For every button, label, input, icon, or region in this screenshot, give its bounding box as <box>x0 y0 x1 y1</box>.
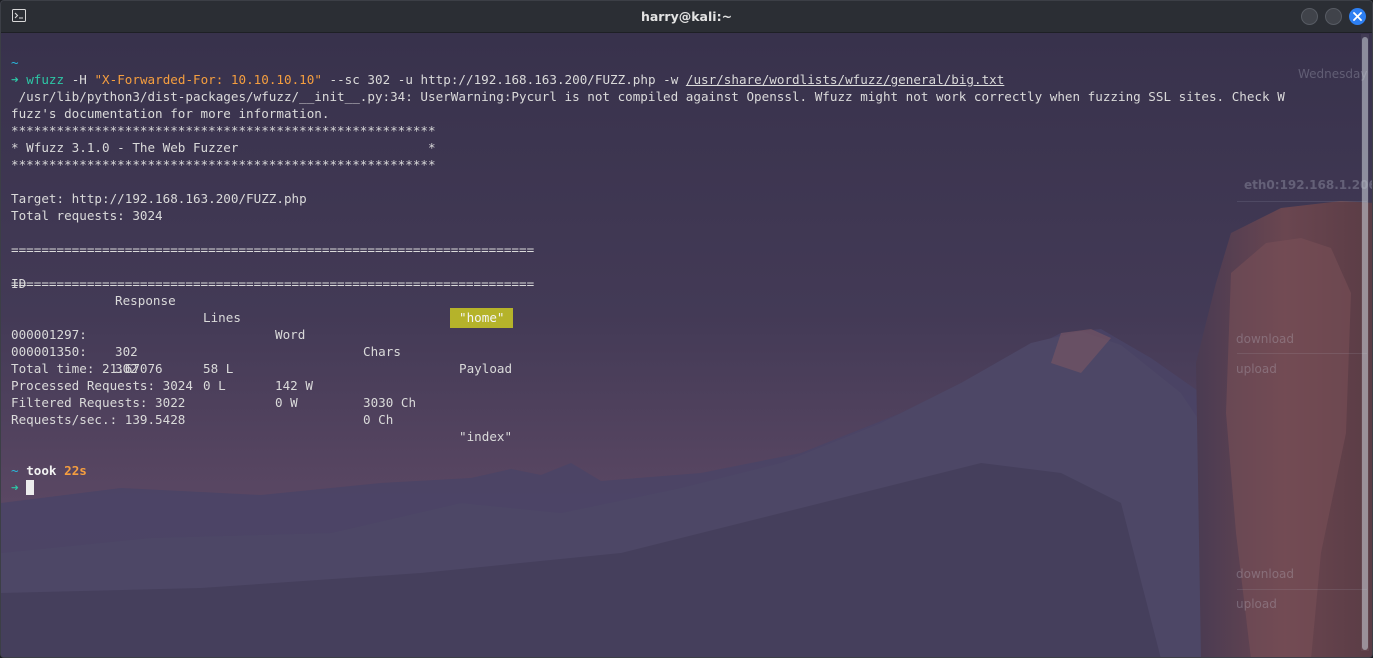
table-row: 000001350: 302 0 L 0 W 0 Ch "index" <box>11 326 1358 444</box>
result-lines: 0 L <box>203 378 226 393</box>
prompt-tilde: ~ <box>11 463 19 478</box>
prompt-tilde: ~ <box>11 55 19 70</box>
widget-upload-2: upload <box>1236 597 1277 611</box>
banner-title: * Wfuzz 3.1.0 - The Web Fuzzer * <box>11 140 436 155</box>
command-line: ➜ wfuzz -H "X-Forwarded-For: 10.10.10.10… <box>11 71 1358 88</box>
widget-divider <box>1237 589 1367 590</box>
took-value: 22s <box>64 463 87 478</box>
rate-line: Requests/sec.: 139.5428 <box>11 412 186 427</box>
col-payload-header: Payload <box>459 361 513 376</box>
widget-download-2: download <box>1236 567 1295 581</box>
warning-line: fuzz's documentation for more informatio… <box>11 106 330 121</box>
prompt-arrow-icon: ➜ <box>11 72 19 87</box>
command-wordlist-path[interactable]: /usr/share/wordlists/wfuzz/general/big.t… <box>686 72 1004 87</box>
result-payload-highlighted[interactable]: "home" <box>450 308 513 328</box>
col-id-header: ID <box>11 276 27 291</box>
took-line: ~ took 22s <box>11 462 1358 479</box>
window-title: harry@kali:~ <box>640 9 733 24</box>
terminal-line: ~ <box>11 54 1358 71</box>
filtered-line: Filtered Requests: 3022 <box>11 395 186 410</box>
prompt-line[interactable]: ➜ <box>11 479 1358 496</box>
result-chars: 0 Ch <box>363 412 394 427</box>
warning-line: /usr/lib/python3/dist-packages/wfuzz/__i… <box>11 89 1285 104</box>
command-option: -H <box>64 72 95 87</box>
prompt-arrow-icon: ➜ <box>11 480 19 495</box>
command-binary: wfuzz <box>26 72 65 87</box>
result-response: 302 <box>115 361 138 376</box>
banner-stars: ****************************************… <box>11 123 436 138</box>
result-payload: "index" <box>459 429 513 444</box>
command-args: --sc 302 -u http://192.168.163.200/FUZZ.… <box>321 72 686 87</box>
total-requests-line: Total requests: 3024 <box>11 208 163 223</box>
result-word: 0 W <box>275 395 298 410</box>
table-header: ID Response Lines Word Chars Payload <box>11 258 1358 376</box>
title-bar[interactable]: harry@kali:~ <box>1 1 1372 33</box>
result-response: 302 <box>115 344 138 359</box>
close-icon <box>1353 12 1362 21</box>
target-line: Target: http://192.168.163.200/FUZZ.php <box>11 191 307 206</box>
terminal-output[interactable]: ~ ➜ wfuzz -H "X-Forwarded-For: 10.10.10.… <box>11 37 1358 496</box>
result-chars: 3030 Ch <box>363 395 417 410</box>
close-button[interactable] <box>1349 8 1366 25</box>
col-chars-header: Chars <box>363 344 401 359</box>
result-lines: 58 L <box>203 361 234 376</box>
col-response-header: Response <box>115 293 176 308</box>
result-id: 000001350: <box>11 344 87 359</box>
took-label: took <box>26 463 57 478</box>
table-row: 000001297: 302 58 L 142 W 3030 Ch "home" <box>11 308 1358 410</box>
result-word: 142 W <box>275 378 313 393</box>
terminal-window: Wednesday eth0:192.168.1.206 download up… <box>0 0 1373 658</box>
minimize-button[interactable] <box>1301 8 1318 25</box>
table-rule: ========================================… <box>11 242 535 257</box>
maximize-button[interactable] <box>1325 8 1342 25</box>
command-header-value: "X-Forwarded-For: 10.10.10.10" <box>94 72 322 87</box>
banner-stars: ****************************************… <box>11 157 436 172</box>
text-cursor[interactable] <box>26 480 35 495</box>
scrollbar-thumb[interactable] <box>1362 37 1368 650</box>
table-rule: ========================================… <box>11 276 535 291</box>
